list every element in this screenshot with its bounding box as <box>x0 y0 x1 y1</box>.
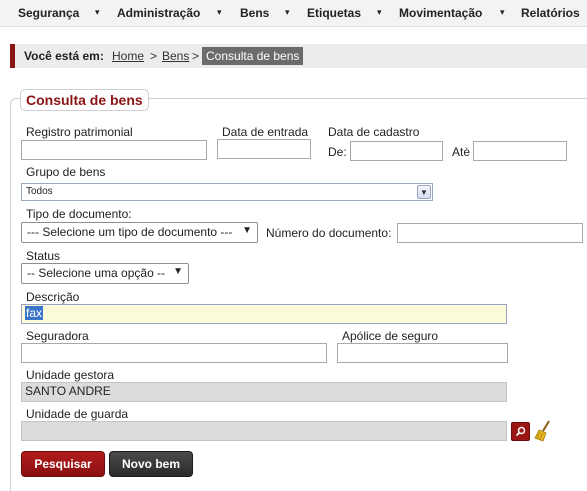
numero-doc-input[interactable] <box>397 223 583 243</box>
menu-movimentacao[interactable]: Movimentação <box>399 6 482 20</box>
data-cadastro-ate-input[interactable] <box>473 141 567 161</box>
data-cadastro-label: Data de cadastro <box>328 125 420 139</box>
descricao-label: Descrição <box>26 290 80 304</box>
unidade-gestora-value: SANTO ANDRE <box>25 384 111 398</box>
registro-label: Registro patrimonial <box>26 125 133 139</box>
chevron-down-icon: ▼ <box>173 266 183 277</box>
search-icon[interactable] <box>511 422 530 441</box>
chevron-down-icon[interactable]: ▼ <box>417 185 431 199</box>
tipo-doc-select[interactable]: --- Selecione um tipo de documento --- ▼ <box>21 222 258 243</box>
data-entrada-input[interactable] <box>217 139 311 159</box>
chevron-down-icon: ▼ <box>242 225 252 236</box>
menu-bens[interactable]: Bens <box>240 6 269 20</box>
chevron-down-icon[interactable]: ▾ <box>95 7 100 18</box>
registro-input[interactable] <box>21 140 207 160</box>
chevron-down-icon[interactable]: ▾ <box>217 7 222 18</box>
seguradora-label: Seguradora <box>26 329 89 343</box>
top-menu-bar: Segurança ▾ Administração ▾ Bens ▾ Etiqu… <box>0 0 587 27</box>
status-select[interactable]: -- Selecione uma opção -- ▼ <box>21 263 189 284</box>
data-cadastro-de-input[interactable] <box>350 141 443 161</box>
breadcrumb-current: Consulta de bens <box>202 47 304 65</box>
seguradora-input[interactable] <box>21 343 327 363</box>
breadcrumb-prefix: Você está em: <box>24 49 104 63</box>
chevron-down-icon[interactable]: ▾ <box>377 7 382 18</box>
chevron-down-icon[interactable]: ▾ <box>285 7 290 18</box>
menu-seguranca[interactable]: Segurança <box>18 6 79 20</box>
novo-bem-button[interactable]: Novo bem <box>109 451 193 477</box>
grupo-selected-value: Todos <box>26 186 53 197</box>
broom-icon[interactable] <box>534 420 552 442</box>
breadcrumb-home-link[interactable]: Home <box>112 49 144 63</box>
descricao-input[interactable]: fax <box>21 304 507 324</box>
tipo-doc-selected-value: --- Selecione um tipo de documento --- <box>27 225 233 239</box>
unidade-guarda-label: Unidade de guarda <box>26 407 129 421</box>
data-entrada-label: Data de entrada <box>222 125 309 139</box>
descricao-selected-text: fax <box>25 306 44 320</box>
status-selected-value: -- Selecione uma opção -- <box>27 266 166 280</box>
data-cadastro-ate-label: Atè <box>452 145 471 159</box>
grupo-label: Grupo de bens <box>26 165 106 179</box>
breadcrumb-bens-link[interactable]: Bens <box>162 49 189 63</box>
breadcrumb-separator: > <box>150 49 158 63</box>
chevron-down-icon[interactable]: ▾ <box>500 7 505 18</box>
unidade-gestora-label: Unidade gestora <box>26 368 115 382</box>
tipo-doc-label: Tipo de documento: <box>26 207 132 221</box>
form-title: Consulta de bens <box>20 89 149 111</box>
apolice-input[interactable] <box>337 343 508 363</box>
pesquisar-button[interactable]: Pesquisar <box>21 451 105 477</box>
breadcrumb: Você está em: Home > Bens > Consulta de … <box>10 44 587 68</box>
numero-doc-label: Número do documento: <box>266 226 392 240</box>
data-cadastro-de-label: De: <box>328 145 347 159</box>
grupo-select[interactable]: Todos ▼ <box>21 183 433 201</box>
menu-etiquetas[interactable]: Etiquetas <box>307 6 361 20</box>
breadcrumb-separator: > <box>192 49 200 63</box>
apolice-label: Apólice de seguro <box>342 329 439 343</box>
status-label: Status <box>26 249 61 263</box>
menu-administracao[interactable]: Administração <box>117 6 200 20</box>
menu-relatorios[interactable]: Relatórios <box>521 6 580 20</box>
unidade-guarda-field <box>21 421 507 441</box>
unidade-gestora-field: SANTO ANDRE <box>21 382 507 402</box>
